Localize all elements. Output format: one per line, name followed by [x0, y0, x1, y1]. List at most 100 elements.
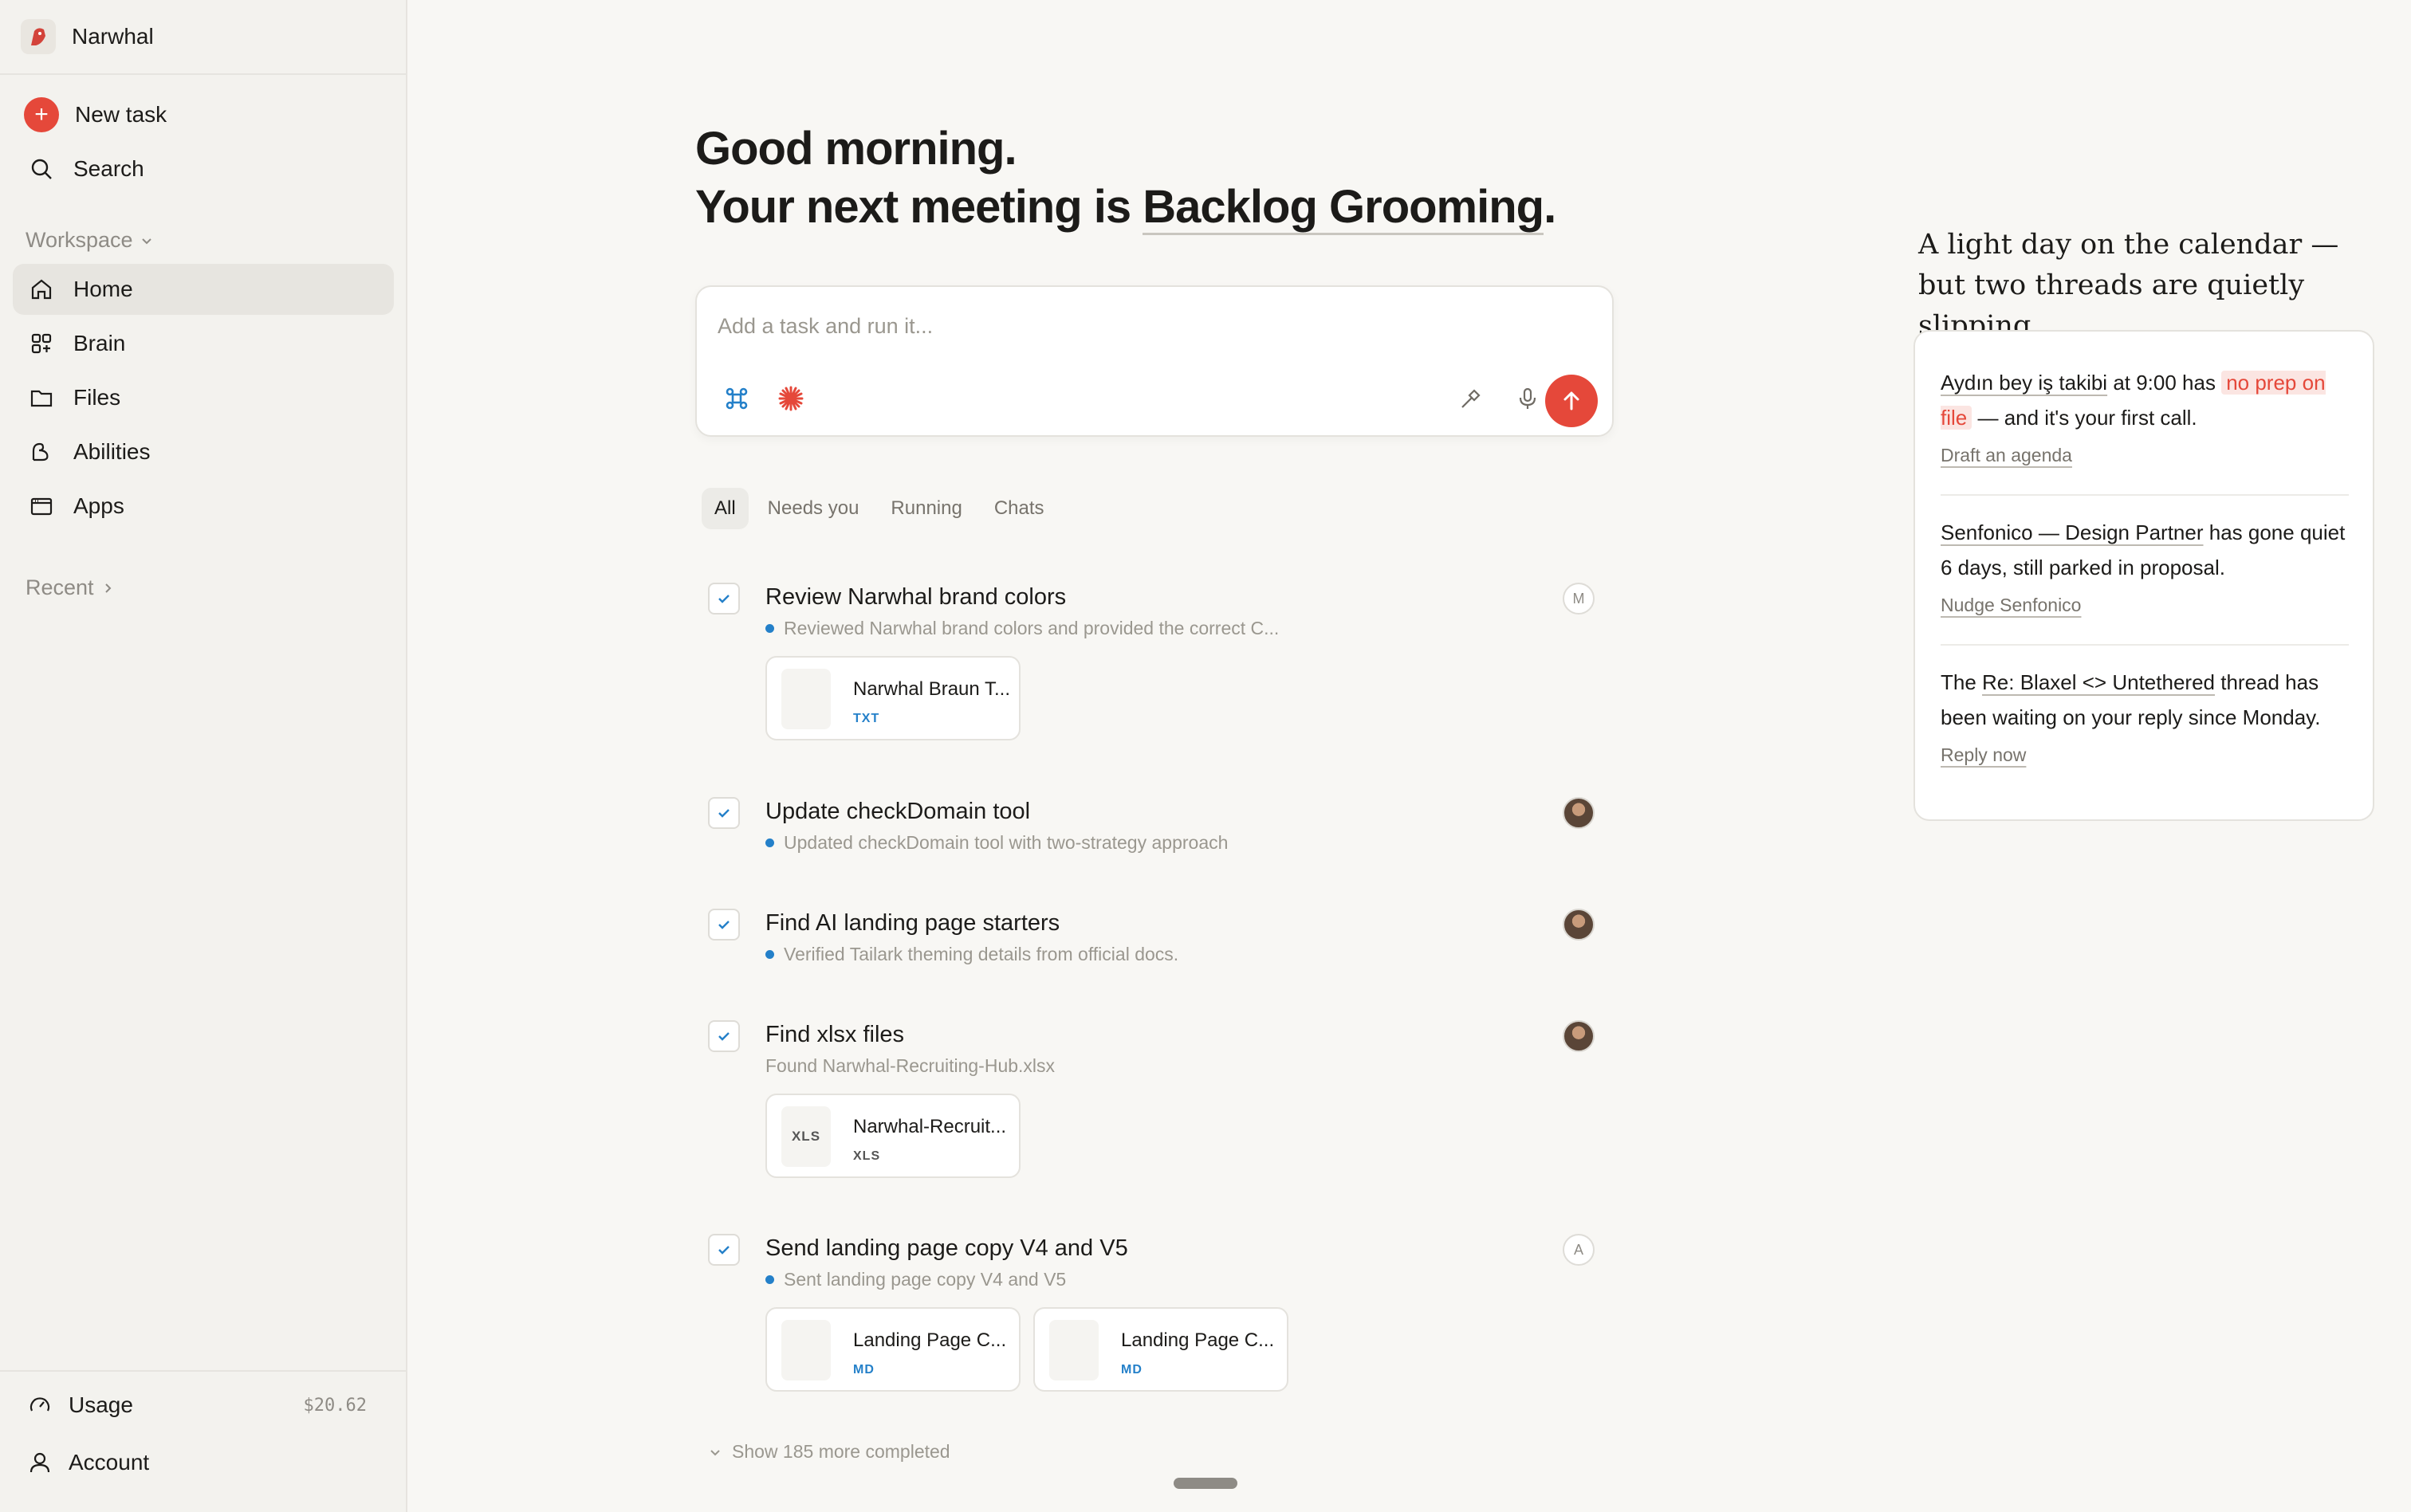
- task-summary: Reviewed Narwhal brand colors and provid…: [765, 618, 1279, 639]
- chevron-down-icon: [710, 1449, 720, 1455]
- usage-amount: $20.62: [303, 1395, 367, 1416]
- workspace-section-toggle[interactable]: Workspace: [26, 228, 154, 253]
- sidebar-item-apps[interactable]: Apps: [13, 481, 394, 532]
- task-title: Review Narwhal brand colors: [765, 584, 1067, 610]
- sidebar-footer: Usage $20.62 Account: [0, 1370, 406, 1512]
- folder-icon: [27, 383, 56, 412]
- tab-chats[interactable]: Chats: [981, 488, 1057, 529]
- account-button[interactable]: Account: [11, 1437, 392, 1488]
- sidebar-item-home[interactable]: Home: [13, 264, 394, 315]
- command-button[interactable]: [718, 379, 756, 418]
- greeting-line: Good morning.: [695, 123, 1017, 175]
- status-dot: [765, 1275, 774, 1284]
- narwhal-logo-icon: [21, 19, 56, 54]
- digest-item-link[interactable]: Aydın bey iş takibi: [1941, 371, 2107, 395]
- task-title: Find xlsx files: [765, 1022, 905, 1047]
- avatar: M: [1563, 583, 1595, 615]
- plus-icon: +: [24, 97, 59, 132]
- task-checkbox[interactable]: [708, 797, 740, 829]
- recent-label: Recent: [26, 575, 94, 599]
- search-icon: [27, 155, 56, 183]
- file-attachment[interactable]: XLS Narwhal-Recruit... XLS: [765, 1094, 1021, 1178]
- sparkle-icon: [778, 386, 804, 411]
- search-label: Search: [73, 156, 144, 181]
- sidebar-item-label: Apps: [73, 493, 124, 518]
- digest-item-text: at 9:00 has: [2107, 371, 2222, 395]
- meeting-link[interactable]: Backlog Grooming: [1143, 181, 1544, 235]
- check-icon: [718, 809, 730, 818]
- workspace-switcher[interactable]: Narwhal: [0, 0, 406, 75]
- file-attachment[interactable]: Landing Page C... MD: [1033, 1307, 1288, 1392]
- avatar: [1563, 1020, 1595, 1052]
- new-task-button[interactable]: + New task: [13, 89, 394, 140]
- digest-item: Senfonico — Design Partner has gone quie…: [1941, 515, 2349, 585]
- sidebar-item-label: Abilities: [73, 439, 151, 464]
- task-input[interactable]: [718, 314, 1435, 339]
- task-title: Update checkDomain tool: [765, 799, 1031, 824]
- file-name: Narwhal-Recruit...: [853, 1116, 1007, 1137]
- digest-item-link[interactable]: Re: Blaxel <> Untethered: [1982, 670, 2215, 694]
- tab-running[interactable]: Running: [878, 488, 974, 529]
- file-icon: [781, 669, 831, 729]
- file-name: Landing Page C...: [1121, 1329, 1275, 1351]
- file-attachment[interactable]: Narwhal Braun T... TXT: [765, 656, 1021, 740]
- user-icon: [26, 1448, 54, 1477]
- file-attachment[interactable]: Landing Page C... MD: [765, 1307, 1021, 1392]
- status-dot: [765, 838, 774, 847]
- model-button[interactable]: [772, 379, 810, 418]
- task-checkbox[interactable]: [708, 909, 740, 941]
- sidebar-item-label: Home: [73, 277, 133, 301]
- digest-item-link[interactable]: Senfonico — Design Partner: [1941, 520, 2204, 544]
- file-type-badge: MD: [1121, 1363, 1143, 1377]
- digest-card: Aydın bey iş takibi at 9:00 has no prep …: [1913, 330, 2374, 821]
- check-icon: [718, 1032, 730, 1041]
- task-checkbox[interactable]: [708, 1020, 740, 1052]
- file-name: Narwhal Braun T...: [853, 678, 1010, 700]
- sidebar-item-abilities[interactable]: Abilities: [13, 426, 394, 477]
- new-task-label: New task: [75, 102, 167, 127]
- microphone-button[interactable]: [1508, 379, 1547, 418]
- digest-item: Aydın bey iş takibi at 9:00 has no prep …: [1941, 365, 2349, 435]
- microphone-icon: [1519, 387, 1536, 409]
- task-composer: [695, 285, 1614, 437]
- sidebar-item-brain[interactable]: Brain: [13, 318, 394, 369]
- hammer-icon: [1461, 389, 1481, 408]
- task-summary: Found Narwhal-Recruiting-Hub.xlsx: [765, 1055, 1055, 1077]
- sidebar: Narwhal + New task Search Workspace Home…: [0, 0, 407, 1512]
- workspace-name: Narwhal: [72, 24, 154, 49]
- task-filter-tabs: All Needs you Running Chats: [702, 488, 1057, 529]
- file-name: Landing Page C...: [853, 1329, 1007, 1351]
- tab-all[interactable]: All: [702, 488, 749, 529]
- file-type-badge: XLS: [853, 1149, 881, 1163]
- divider: [1941, 494, 2349, 496]
- send-button[interactable]: [1545, 375, 1598, 427]
- reply-now-link[interactable]: Reply now: [1941, 744, 2026, 766]
- check-icon: [718, 921, 730, 929]
- show-more-completed-button[interactable]: Show 185 more completed: [708, 1441, 950, 1463]
- task-summary-text: Found Narwhal-Recruiting-Hub.xlsx: [765, 1055, 1056, 1076]
- digest-item-text: — and it's your first call.: [1972, 406, 2197, 430]
- abilities-icon: [27, 438, 56, 466]
- recent-section-toggle[interactable]: Recent: [26, 575, 115, 600]
- check-icon: [718, 1246, 730, 1255]
- avatar: [1563, 797, 1595, 829]
- task-summary: Updated checkDomain tool with two-strate…: [765, 832, 1228, 854]
- sidebar-item-files[interactable]: Files: [13, 372, 394, 423]
- draft-agenda-link[interactable]: Draft an agenda: [1941, 445, 2072, 466]
- search-button[interactable]: Search: [13, 143, 394, 194]
- arrow-up-icon: [1563, 391, 1579, 410]
- task-summary-text: Sent landing page copy V4 and V5: [784, 1269, 1067, 1290]
- task-checkbox[interactable]: [708, 583, 740, 615]
- nudge-link[interactable]: Nudge Senfonico: [1941, 595, 2081, 616]
- gauge-icon: [26, 1391, 54, 1420]
- usage-button[interactable]: Usage $20.62: [11, 1380, 392, 1431]
- digest-item-text: The: [1941, 670, 1983, 694]
- task-title: Find AI landing page starters: [765, 910, 1060, 936]
- file-type-badge: MD: [853, 1363, 875, 1377]
- scroll-handle[interactable]: [1174, 1478, 1237, 1489]
- task-title: Send landing page copy V4 and V5: [765, 1235, 1128, 1261]
- tools-button[interactable]: [1451, 379, 1489, 418]
- meeting-prefix: Your next meeting is: [695, 181, 1143, 233]
- task-checkbox[interactable]: [708, 1234, 740, 1266]
- tab-needs-you[interactable]: Needs you: [755, 488, 872, 529]
